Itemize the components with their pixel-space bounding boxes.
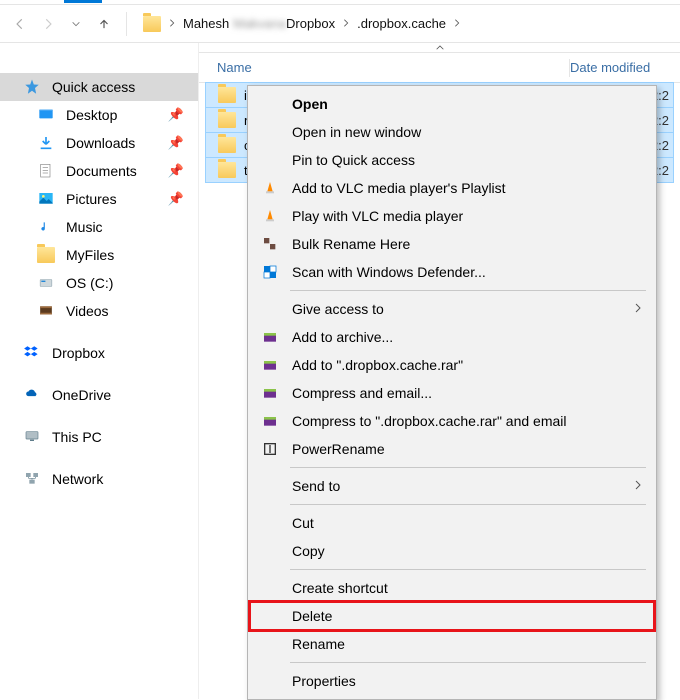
sidebar-item-music[interactable]: Music: [0, 213, 198, 241]
sidebar-label: Downloads: [66, 135, 135, 151]
network-icon: [22, 470, 42, 488]
chevron-right-icon: [632, 478, 644, 494]
menu-send-to[interactable]: Send to: [250, 472, 654, 500]
sidebar-item-desktop[interactable]: Desktop 📌: [0, 101, 198, 129]
col-date[interactable]: Date modified: [570, 60, 680, 75]
crumb-0[interactable]: Mahesh: [183, 16, 229, 31]
menu-rename[interactable]: Rename: [250, 630, 654, 658]
menu-give-access[interactable]: Give access to: [250, 295, 654, 323]
pin-icon: 📌: [168, 107, 184, 123]
shield-icon: [258, 262, 282, 282]
chevron-right-icon: [632, 301, 644, 317]
sidebar-item-quick-access[interactable]: Quick access: [0, 73, 198, 101]
sidebar-item-pictures[interactable]: Pictures 📌: [0, 185, 198, 213]
sidebar-item-network[interactable]: Network: [0, 465, 198, 493]
winrar-icon: [258, 355, 282, 375]
sidebar-label: Documents: [66, 163, 137, 179]
back-button[interactable]: [8, 12, 32, 36]
sidebar-item-dropbox[interactable]: Dropbox: [0, 339, 198, 367]
breadcrumb[interactable]: Mahesh Makvana Dropbox .dropbox.cache: [143, 16, 468, 32]
menu-power-rename[interactable]: PowerRename: [250, 435, 654, 463]
context-menu: Open Open in new window Pin to Quick acc…: [247, 85, 657, 700]
dropbox-icon: [22, 344, 42, 362]
menu-pin-quick-access[interactable]: Pin to Quick access: [250, 146, 654, 174]
folder-icon: [36, 246, 56, 264]
powerrename-icon: [258, 439, 282, 459]
star-icon: [22, 78, 42, 96]
chevron-right-icon: [452, 16, 462, 31]
crumb-3[interactable]: .dropbox.cache: [357, 16, 446, 31]
sidebar-label: MyFiles: [66, 247, 114, 263]
pictures-icon: [36, 190, 56, 208]
pin-icon: 📌: [168, 191, 184, 207]
desktop-icon: [36, 106, 56, 124]
folder-icon: [143, 16, 161, 32]
menu-compress-email[interactable]: Compress and email...: [250, 379, 654, 407]
sidebar-item-onedrive[interactable]: OneDrive: [0, 381, 198, 409]
pin-icon: 📌: [168, 163, 184, 179]
menu-add-archive[interactable]: Add to archive...: [250, 323, 654, 351]
onedrive-icon: [22, 386, 42, 404]
menu-open[interactable]: Open: [250, 90, 654, 118]
chevron-up-icon[interactable]: [434, 41, 446, 56]
folder-icon: [218, 137, 236, 153]
address-bar: Mahesh Makvana Dropbox .dropbox.cache: [0, 5, 680, 43]
folder-icon: [218, 112, 236, 128]
sidebar-label: Music: [66, 219, 103, 235]
menu-properties[interactable]: Properties: [250, 667, 654, 695]
folder-icon: [218, 162, 236, 178]
drive-icon: [36, 274, 56, 292]
col-name[interactable]: Name: [199, 60, 569, 75]
sidebar-label: Desktop: [66, 107, 117, 123]
sidebar-item-myfiles[interactable]: MyFiles: [0, 241, 198, 269]
recent-button[interactable]: [64, 12, 88, 36]
winrar-icon: [258, 411, 282, 431]
download-icon: [36, 134, 56, 152]
crumb-1[interactable]: Makvana: [233, 16, 286, 31]
up-button[interactable]: [92, 12, 116, 36]
pin-icon: 📌: [168, 135, 184, 151]
sidebar-label: Quick access: [52, 79, 135, 95]
tab-bar: [0, 0, 680, 5]
sidebar-item-videos[interactable]: Videos: [0, 297, 198, 325]
menu-bulk-rename[interactable]: Bulk Rename Here: [250, 230, 654, 258]
sidebar-label: This PC: [52, 429, 102, 445]
winrar-icon: [258, 383, 282, 403]
sidebar-item-downloads[interactable]: Downloads 📌: [0, 129, 198, 157]
menu-vlc-playlist[interactable]: Add to VLC media player's Playlist: [250, 174, 654, 202]
crumb-2[interactable]: Dropbox: [286, 16, 335, 31]
chevron-right-icon: [167, 16, 177, 31]
music-icon: [36, 218, 56, 236]
sidebar-label: OneDrive: [52, 387, 111, 403]
column-headers[interactable]: Name Date modified: [199, 53, 680, 83]
sidebar-label: OS (C:): [66, 275, 113, 291]
menu-delete[interactable]: Delete: [250, 602, 654, 630]
document-icon: [36, 162, 56, 180]
vlc-icon: [258, 178, 282, 198]
winrar-icon: [258, 327, 282, 347]
menu-compress-rar-email[interactable]: Compress to ".dropbox.cache.rar" and ema…: [250, 407, 654, 435]
menu-vlc-play[interactable]: Play with VLC media player: [250, 202, 654, 230]
bulk-rename-icon: [258, 234, 282, 254]
sidebar-label: Dropbox: [52, 345, 105, 361]
menu-defender[interactable]: Scan with Windows Defender...: [250, 258, 654, 286]
menu-add-rar[interactable]: Add to ".dropbox.cache.rar": [250, 351, 654, 379]
menu-cut[interactable]: Cut: [250, 509, 654, 537]
sidebar-item-os-c[interactable]: OS (C:): [0, 269, 198, 297]
sidebar-label: Network: [52, 471, 103, 487]
videos-icon: [36, 302, 56, 320]
chevron-right-icon: [341, 16, 351, 31]
menu-copy[interactable]: Copy: [250, 537, 654, 565]
sidebar-label: Videos: [66, 303, 109, 319]
menu-open-new-window[interactable]: Open in new window: [250, 118, 654, 146]
folder-icon: [218, 87, 236, 103]
vlc-icon: [258, 206, 282, 226]
menu-create-shortcut[interactable]: Create shortcut: [250, 574, 654, 602]
sidebar: Quick access Desktop 📌 Downloads 📌 Docum…: [0, 43, 198, 699]
computer-icon: [22, 428, 42, 446]
sidebar-item-this-pc[interactable]: This PC: [0, 423, 198, 451]
sidebar-label: Pictures: [66, 191, 117, 207]
forward-button[interactable]: [36, 12, 60, 36]
sidebar-item-documents[interactable]: Documents 📌: [0, 157, 198, 185]
